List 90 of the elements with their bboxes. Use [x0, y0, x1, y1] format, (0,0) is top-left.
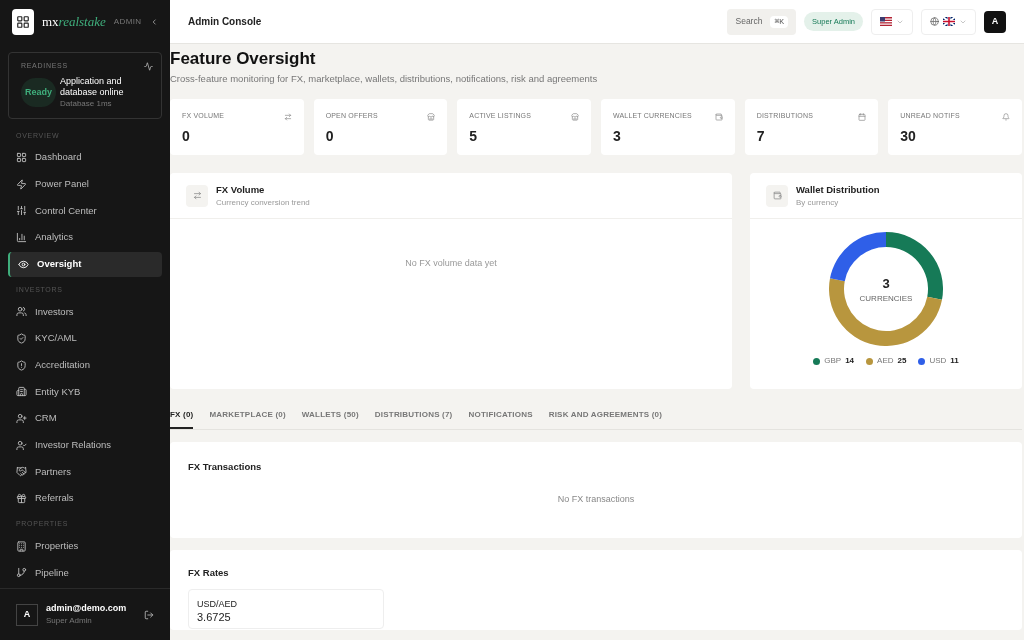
console-title: Admin Console	[188, 15, 262, 29]
legend-label: GBP	[824, 355, 842, 368]
nav-icon	[16, 205, 27, 217]
stat-value: 30	[900, 126, 917, 146]
readiness-title: Application and database online	[60, 75, 125, 98]
wallet-icon	[766, 184, 788, 207]
nav-item[interactable]: Control Center	[8, 198, 162, 224]
stat-icon	[714, 112, 723, 121]
stat-icon	[571, 112, 579, 121]
nav-item[interactable]: Partners	[8, 459, 162, 485]
nav-icon	[16, 413, 27, 424]
readiness-detail: Database 1ms	[60, 97, 113, 110]
nav-item[interactable]: Power Panel	[8, 171, 162, 197]
card-subtitle: By currency	[796, 196, 840, 209]
card-subtitle: Currency conversion trend	[216, 196, 310, 209]
tab[interactable]: WALLETS (50)	[301, 409, 359, 430]
flag-icon	[880, 17, 892, 26]
nav-item[interactable]: Investor Relations	[8, 432, 162, 458]
nav-icon	[16, 178, 27, 190]
nav-icon	[18, 258, 29, 270]
nav-icon	[16, 493, 27, 505]
nav-icon	[16, 152, 27, 163]
card-title: FX Volume	[216, 182, 266, 197]
user-avatar[interactable]: A	[984, 10, 1006, 33]
stat-value: 0	[182, 126, 191, 146]
admin-tag: ADMIN	[113, 16, 142, 28]
legend-label: AED	[877, 355, 894, 368]
legend-count: 14	[845, 355, 855, 368]
legend-label: USD	[929, 355, 947, 368]
language-dropdown[interactable]	[921, 8, 976, 35]
nav-item[interactable]: Referrals	[8, 486, 162, 512]
card-title: FX Rates	[188, 566, 230, 581]
shortcut-key: ⌘K	[770, 15, 789, 28]
stat-value: 0	[325, 126, 335, 146]
search-button[interactable]: Search ⌘K	[727, 8, 797, 35]
nav-icon	[16, 306, 27, 318]
nav-item[interactable]: Oversight	[8, 251, 162, 277]
stat-icon	[283, 112, 292, 121]
stat-icon	[1002, 112, 1010, 121]
stat-icon	[858, 112, 867, 121]
legend-count: 11	[950, 355, 959, 368]
stat-value: 5	[469, 126, 479, 146]
page-title: Feature Oversight	[170, 48, 317, 70]
ready-status: Ready	[21, 77, 56, 108]
nav-icon	[16, 332, 27, 344]
donut-center-label: CURRENCIES	[859, 293, 913, 305]
nav-item[interactable]: Dashboard	[8, 145, 162, 170]
tab[interactable]: MARKETPLACE (0)	[209, 409, 286, 430]
user-avatar: A	[16, 603, 38, 626]
donut-center-value: 3	[882, 274, 890, 293]
nav-icon	[16, 386, 27, 398]
nav-item[interactable]: Pipeline	[8, 560, 162, 586]
nav-icon	[16, 466, 27, 478]
user-email: admin@demo.com	[46, 601, 127, 615]
nav-item[interactable]: CRM	[8, 406, 162, 431]
nav-item[interactable]: Investors	[8, 299, 162, 325]
card-title: Wallet Distribution	[796, 182, 880, 197]
rate-value: 3.6725	[197, 611, 232, 624]
nav-icon	[16, 232, 27, 244]
nav-item[interactable]: Properties	[8, 533, 162, 559]
nav-item[interactable]: Entity KYB	[8, 379, 162, 405]
nav-item[interactable]: Analytics	[8, 225, 162, 251]
nav-icon	[16, 567, 27, 579]
tab[interactable]: FX (0)	[170, 409, 194, 430]
currency-dropdown[interactable]	[871, 8, 913, 35]
logout-icon[interactable]	[144, 609, 154, 620]
exchange-icon	[186, 184, 208, 207]
empty-message: No FX transactions	[557, 492, 635, 506]
tab[interactable]: NOTIFICATIONS	[468, 409, 533, 430]
globe-icon	[930, 17, 939, 26]
legend-count: 25	[897, 355, 907, 368]
page-subtitle: Cross-feature monitoring for FX, marketplace, wallets, distributions, notifications, risk and agreements	[170, 72, 599, 86]
tab[interactable]: RISK AND AGREEMENTS (0)	[548, 409, 663, 430]
nav-icon	[16, 439, 27, 451]
tab[interactable]: DISTRIBUTIONS (7)	[374, 409, 453, 430]
stat-value: 7	[756, 126, 766, 146]
activity-icon	[144, 61, 153, 71]
nav-item[interactable]: Accreditation	[8, 352, 162, 378]
nav-icon	[16, 359, 27, 371]
flag-icon	[943, 17, 955, 26]
card-title: FX Transactions	[188, 460, 263, 475]
nav-icon	[16, 540, 27, 552]
user-role: Super Admin	[46, 615, 93, 628]
brand-name: mxrealstake	[41, 13, 106, 32]
stat-icon	[427, 112, 436, 121]
nav-item[interactable]: KYC/AML	[8, 325, 162, 351]
logo-icon	[12, 9, 34, 35]
empty-message: No FX volume data yet	[405, 257, 497, 271]
stat-value: 3	[613, 126, 622, 146]
rate-pair: USD/AED	[197, 597, 238, 611]
